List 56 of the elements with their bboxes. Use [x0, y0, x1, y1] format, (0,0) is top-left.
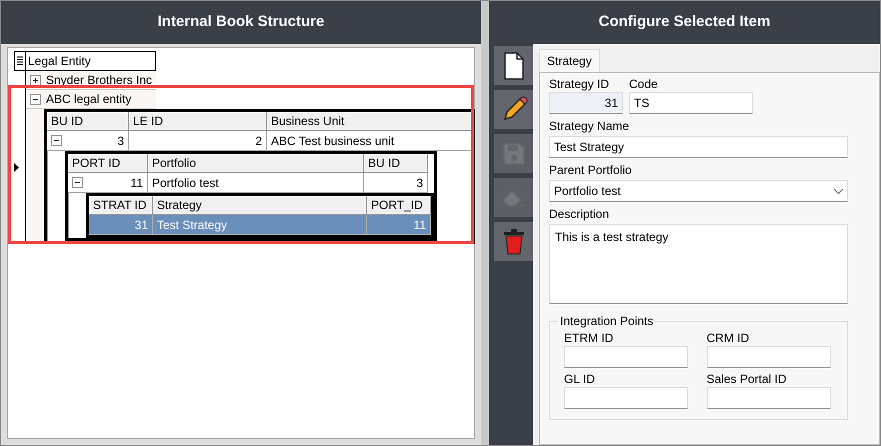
field-label: ETRM ID — [564, 330, 614, 346]
tree-row[interactable]: ABC legal entity — [26, 90, 156, 109]
column-header[interactable]: PORT_ID — [367, 196, 431, 215]
panel-title: Configure Selected Item — [598, 12, 772, 32]
column-header[interactable]: LE ID — [129, 112, 267, 131]
edit-button[interactable] — [494, 90, 533, 129]
collapse-toggle[interactable] — [51, 135, 62, 146]
panel-title: Internal Book Structure — [156, 12, 326, 32]
collapse-toggle[interactable] — [72, 177, 83, 188]
field-label: Description — [549, 206, 610, 222]
table-cell: Test Strategy — [153, 215, 367, 235]
minus-icon — [74, 179, 81, 186]
column-header[interactable]: PORT ID — [68, 154, 148, 173]
column-header[interactable]: BU ID — [364, 154, 428, 173]
text-field[interactable] — [564, 387, 688, 409]
strategy-name-field[interactable]: Test Strategy — [549, 136, 848, 158]
delete-button[interactable] — [494, 222, 533, 261]
collapse-toggle[interactable] — [30, 94, 41, 104]
field-label: CRM ID — [706, 330, 750, 346]
field-label: Strategy Name — [549, 118, 630, 134]
table-cell: 31 — [89, 215, 153, 235]
field-label: Strategy ID — [549, 76, 610, 92]
table-cell: 2 — [129, 131, 267, 151]
column-header[interactable]: STRAT ID — [89, 196, 153, 215]
field-label: GL ID — [564, 371, 596, 387]
column-header[interactable]: Portfolio — [148, 154, 364, 173]
group-title: Integration Points — [559, 313, 654, 330]
strategy-id-field[interactable]: 31 — [549, 92, 623, 114]
column-header[interactable]: Legal Entity — [26, 51, 156, 71]
table-cell: Portfolio test — [148, 173, 364, 193]
field-label: Sales Portal ID — [706, 371, 788, 387]
code-field[interactable]: TS — [629, 92, 753, 114]
description-field[interactable]: This is a test strategy — [549, 224, 848, 304]
text-field[interactable] — [706, 387, 830, 409]
field-label: Code — [629, 76, 659, 92]
chevron-down-icon — [834, 188, 843, 194]
new-document-icon — [502, 52, 524, 80]
minus-icon — [53, 137, 60, 144]
column-header[interactable]: Business Unit — [267, 112, 472, 131]
table-cell: 11 — [68, 173, 148, 193]
trash-icon — [502, 228, 524, 254]
column-header[interactable]: Strategy — [153, 196, 367, 215]
parent-portfolio-dropdown[interactable]: Portfolio test — [549, 180, 848, 202]
plus-icon — [32, 76, 39, 84]
list-icon — [17, 56, 23, 66]
table-cell: 3 — [47, 131, 129, 151]
text-field[interactable] — [706, 346, 830, 368]
text-field[interactable] — [564, 346, 688, 368]
tab[interactable]: Strategy — [539, 49, 600, 72]
new-button[interactable] — [494, 46, 533, 85]
row-selector[interactable] — [14, 90, 26, 244]
table-cell: 3 — [364, 173, 428, 193]
column-header[interactable]: BU ID — [47, 112, 129, 131]
table-cell: 11 — [367, 215, 431, 235]
expand-toggle[interactable] — [30, 74, 41, 86]
field-label: Parent Portfolio — [549, 162, 633, 178]
